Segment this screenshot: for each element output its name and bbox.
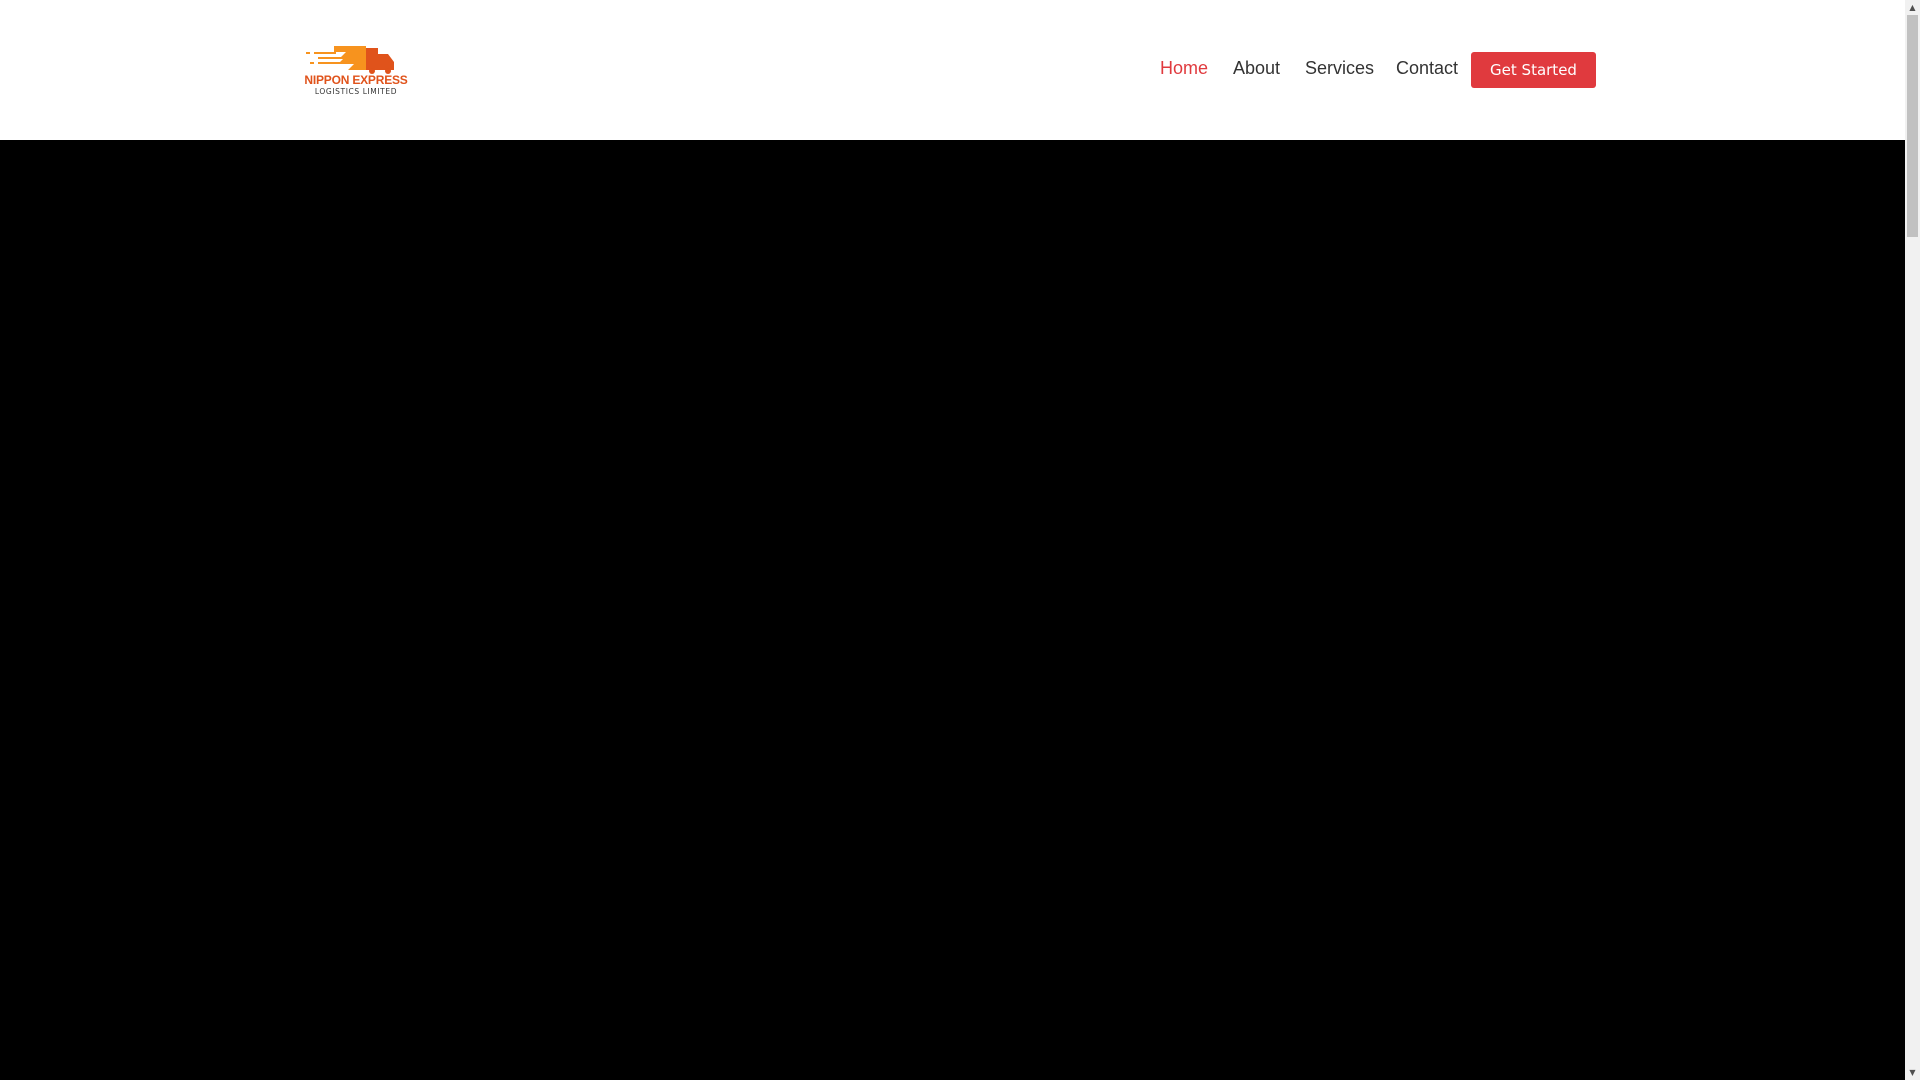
scrollbar[interactable]: ▲ ▼ (1905, 0, 1920, 1080)
hero-section (0, 140, 1905, 1080)
truck-icon (306, 46, 394, 74)
nav-contact[interactable]: Contact (1396, 58, 1458, 79)
logo[interactable]: NIPPON EXPRESS LOGISTICS LIMITED (304, 42, 408, 96)
site-header: NIPPON EXPRESS LOGISTICS LIMITED Home Ab… (0, 0, 1905, 140)
logo-subtitle: LOGISTICS LIMITED (314, 87, 398, 96)
nav-services[interactable]: Services (1305, 58, 1374, 79)
logo-title: NIPPON EXPRESS (304, 73, 408, 87)
scroll-down-icon[interactable]: ▼ (1905, 1065, 1920, 1080)
nav-home[interactable]: Home (1160, 58, 1208, 79)
scroll-up-icon[interactable]: ▲ (1905, 0, 1920, 15)
get-started-button[interactable]: Get Started (1471, 52, 1596, 88)
scrollbar-thumb[interactable] (1907, 15, 1918, 237)
nav-about[interactable]: About (1233, 58, 1280, 79)
